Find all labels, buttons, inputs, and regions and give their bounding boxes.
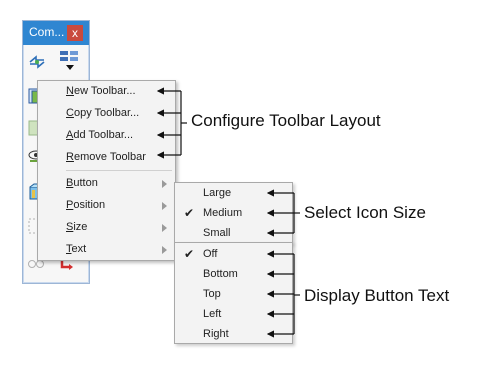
checkmark-icon: ✔ [184, 247, 195, 261]
text-option-right[interactable]: Right [175, 325, 292, 345]
menu-item-label: emove Toolbar [73, 151, 146, 163]
menu-item-label: osition [73, 199, 106, 211]
option-label: Left [203, 308, 222, 320]
annotation-display-button-text: Display Button Text [304, 286, 450, 305]
menu-item-label: opy Toolbar... [73, 107, 140, 119]
annotation-configure-toolbar: Configure Toolbar Layout [191, 111, 381, 130]
mnemonic: R [66, 151, 74, 163]
size-option-medium[interactable]: ✔ Medium [175, 204, 292, 224]
option-label: Medium [203, 207, 243, 219]
menu-item-add-toolbar[interactable]: Add Toolbar... [38, 126, 175, 146]
option-label: Off [203, 248, 218, 260]
mnemonic: C [66, 107, 74, 119]
menu-item-text[interactable]: Text [38, 240, 175, 260]
option-label: Bottom [203, 268, 238, 280]
submenu-arrow-icon [162, 246, 167, 254]
size-option-large[interactable]: Large [175, 184, 292, 204]
title-bar[interactable]: Com... x [23, 21, 89, 45]
text-option-top[interactable]: Top [175, 285, 292, 305]
menu-item-position[interactable]: Position [38, 196, 175, 216]
menu-item-new-toolbar[interactable]: New Toolbar... [38, 82, 175, 102]
menu-item-label: dd Toolbar... [73, 129, 134, 141]
menu-item-label: ew Toolbar... [73, 85, 136, 97]
option-label: Top [203, 288, 221, 300]
option-label: Small [203, 227, 231, 239]
option-label: Right [203, 328, 229, 340]
checkmark-icon: ✔ [184, 206, 195, 220]
icon-size-submenu: Large ✔ Medium Small [174, 182, 293, 244]
toolbar-context-menu: New Toolbar... Copy Toolbar... Add Toolb… [37, 80, 176, 261]
submenu-arrow-icon [162, 224, 167, 232]
submenu-arrow-icon [162, 180, 167, 188]
annotation-select-icon-size: Select Icon Size [304, 203, 426, 222]
layout-dropdown-icon[interactable] [59, 49, 81, 73]
menu-item-label: ize [73, 221, 88, 233]
sync-arrows-icon[interactable] [28, 53, 46, 71]
menu-item-button[interactable]: Button [38, 174, 175, 194]
menu-item-label: ext [71, 243, 87, 255]
text-option-bottom[interactable]: Bottom [175, 265, 292, 285]
menu-item-copy-toolbar[interactable]: Copy Toolbar... [38, 104, 175, 124]
menu-item-size[interactable]: Size [38, 218, 175, 238]
close-button[interactable]: x [67, 25, 83, 41]
button-text-submenu: ✔ Off Bottom Top Left Right [174, 242, 293, 344]
option-label: Large [203, 187, 232, 199]
menu-item-remove-toolbar[interactable]: Remove Toolbar [38, 148, 175, 168]
window-title: Com... [29, 25, 65, 39]
text-option-off[interactable]: ✔ Off [175, 245, 292, 265]
menu-separator [66, 170, 172, 171]
submenu-arrow-icon [162, 202, 167, 210]
text-option-left[interactable]: Left [175, 305, 292, 325]
menu-item-label: utton [73, 177, 98, 189]
mnemonic: N [66, 85, 74, 97]
size-option-small[interactable]: Small [175, 224, 292, 244]
